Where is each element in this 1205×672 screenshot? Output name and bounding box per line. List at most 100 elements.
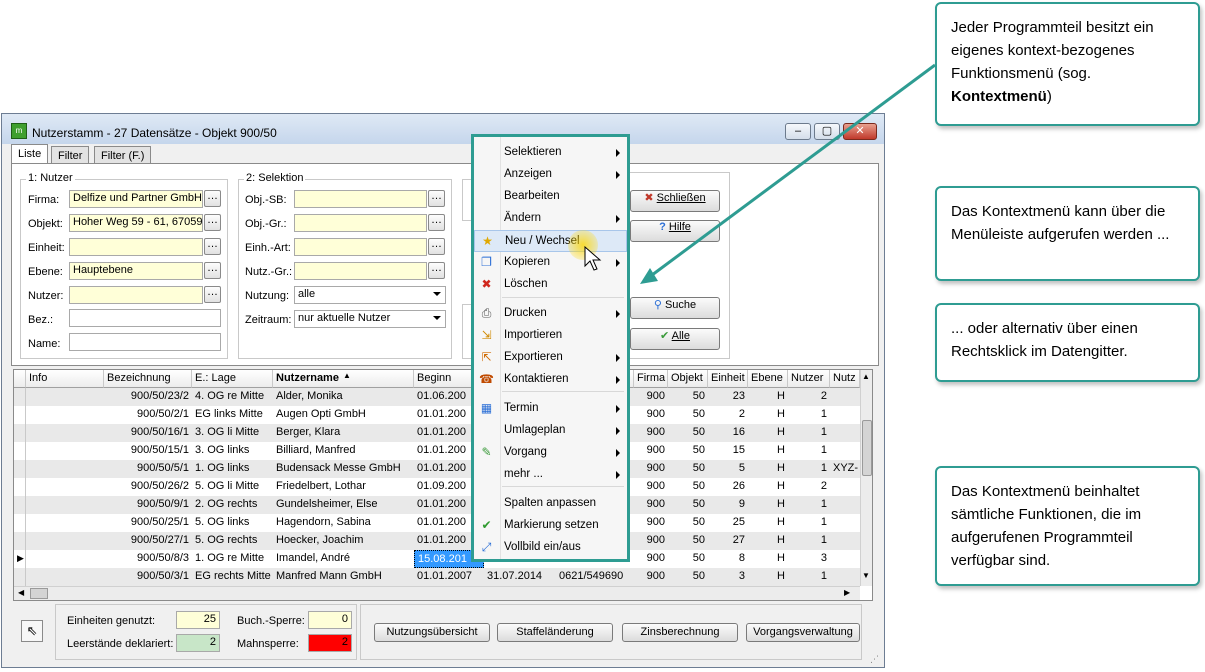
cell-bez[interactable]: 900/50/9/1 bbox=[104, 496, 192, 514]
menu-item-vorgang[interactable]: ✎ Vorgang bbox=[474, 442, 627, 464]
scroll-up-icon[interactable]: ▲ bbox=[862, 372, 870, 381]
zeitraum-select[interactable]: nur aktuelle Nutzer bbox=[294, 310, 446, 328]
cell-bez[interactable]: 900/50/5/1 bbox=[104, 460, 192, 478]
cell-ebene[interactable]: H bbox=[748, 550, 788, 568]
resize-grip-icon[interactable]: ⋰ bbox=[870, 654, 879, 665]
horizontal-scroll-thumb[interactable] bbox=[30, 588, 48, 599]
cell-lage[interactable]: EG links Mitte bbox=[192, 406, 273, 424]
menu-item-neu-wechsel[interactable]: ★ Neu / Wechsel bbox=[474, 230, 627, 252]
menu-item-löschen[interactable]: ✖ Löschen bbox=[474, 274, 627, 296]
cell-lage[interactable]: 4. OG re Mitte bbox=[192, 388, 273, 406]
cell-nutzer[interactable]: 1 bbox=[788, 532, 830, 550]
cell-name[interactable]: Alder, Monika bbox=[273, 388, 414, 406]
cell-lage[interactable]: 3. OG links bbox=[192, 442, 273, 460]
cell-ebene[interactable]: H bbox=[748, 424, 788, 442]
row-selector[interactable] bbox=[14, 460, 26, 478]
column-header-lage[interactable]: E.: Lage bbox=[192, 370, 273, 388]
row-selector[interactable] bbox=[14, 388, 26, 406]
cell-bez[interactable]: 900/50/8/3 bbox=[104, 550, 192, 568]
column-header-einheit[interactable]: Einheit bbox=[708, 370, 748, 388]
table-row[interactable]: 900/50/15/1 3. OG links Billiard, Manfred 0… bbox=[14, 442, 860, 460]
cell-extra[interactable]: XYZ- bbox=[830, 460, 860, 478]
ebene-field[interactable]: Hauptebene bbox=[69, 262, 203, 280]
cell-objekt[interactable]: 50 bbox=[668, 532, 708, 550]
menu-item-selektieren[interactable]: Selektieren bbox=[474, 142, 627, 164]
cell-objekt[interactable]: 50 bbox=[668, 442, 708, 460]
cell-einheit[interactable]: 9 bbox=[708, 496, 748, 514]
cell-extra[interactable] bbox=[830, 406, 860, 424]
cell-extra[interactable] bbox=[830, 424, 860, 442]
obj-sb-field[interactable] bbox=[294, 190, 427, 208]
cell-einheit[interactable]: 2 bbox=[708, 406, 748, 424]
cell-bez[interactable]: 900/50/23/2 bbox=[104, 388, 192, 406]
cell-nutzer[interactable]: 1 bbox=[788, 568, 830, 586]
einheit-browse-button[interactable]: … bbox=[204, 238, 221, 255]
cell-ende[interactable]: 31.07.2014 bbox=[484, 568, 556, 586]
menu-item-anzeigen[interactable]: Anzeigen bbox=[474, 164, 627, 186]
table-row[interactable]: 900/50/5/1 1. OG links Budensack Messe Gmb… bbox=[14, 460, 860, 478]
cell-firma[interactable]: 900 bbox=[634, 532, 668, 550]
column-header-info[interactable]: Info bbox=[26, 370, 104, 388]
menu-item-importieren[interactable]: ⇲ Importieren bbox=[474, 325, 627, 347]
menu-item-termin[interactable]: ▦ Termin bbox=[474, 398, 627, 420]
cell-lage[interactable]: 2. OG rechts bbox=[192, 496, 273, 514]
menu-item-bearbeiten[interactable]: Bearbeiten bbox=[474, 186, 627, 208]
scroll-right-icon[interactable]: ▶ bbox=[844, 588, 850, 597]
row-selector[interactable] bbox=[14, 442, 26, 460]
row-selector[interactable] bbox=[14, 406, 26, 424]
cell-name[interactable]: Billiard, Manfred bbox=[273, 442, 414, 460]
cell-firma[interactable]: 900 bbox=[634, 460, 668, 478]
cell-beginn[interactable]: 01.01.2007 bbox=[414, 568, 484, 586]
cell-extra[interactable] bbox=[830, 550, 860, 568]
cell-name[interactable]: Budensack Messe GmbH bbox=[273, 460, 414, 478]
cell-name[interactable]: Gundelsheimer, Else bbox=[273, 496, 414, 514]
nutzungsuebersicht-button[interactable]: Nutzungsübersicht bbox=[374, 623, 490, 642]
einh-art-browse-button[interactable]: … bbox=[428, 238, 445, 255]
row-selector[interactable] bbox=[14, 568, 26, 586]
cell-extra[interactable] bbox=[830, 478, 860, 496]
cell-bez[interactable]: 900/50/26/2 bbox=[104, 478, 192, 496]
cell-objekt[interactable]: 50 bbox=[668, 478, 708, 496]
cell-nutzer[interactable]: 1 bbox=[788, 406, 830, 424]
cell-name[interactable]: Augen Opti GmbH bbox=[273, 406, 414, 424]
cell-ebene[interactable]: H bbox=[748, 460, 788, 478]
cell-bez[interactable]: 900/50/27/1 bbox=[104, 532, 192, 550]
table-row[interactable]: 900/50/25/1 5. OG links Hagendorn, Sabina 0… bbox=[14, 514, 860, 532]
menu-item-kopieren[interactable]: ❐ Kopieren bbox=[474, 252, 627, 274]
nutz-gr-field[interactable] bbox=[294, 262, 427, 280]
column-header-nutzername[interactable]: Nutzername ▲ bbox=[273, 370, 414, 388]
nutz-gr-browse-button[interactable]: … bbox=[428, 262, 445, 279]
table-row[interactable]: 900/50/23/2 4. OG re Mitte Alder, Monika 01… bbox=[14, 388, 860, 406]
cell-ebene[interactable]: H bbox=[748, 532, 788, 550]
cell-nutzer[interactable]: 1 bbox=[788, 460, 830, 478]
row-selector[interactable] bbox=[14, 514, 26, 532]
menu-item-drucken[interactable]: ⎙ Drucken bbox=[474, 303, 627, 325]
cell-nutzer[interactable]: 1 bbox=[788, 496, 830, 514]
cell-nutzer[interactable]: 1 bbox=[788, 514, 830, 532]
cell-nutzer[interactable]: 1 bbox=[788, 424, 830, 442]
cell-firma[interactable]: 900 bbox=[634, 550, 668, 568]
staffelaenderung-button[interactable]: Staffeländerung bbox=[497, 623, 613, 642]
column-header-bezeichnung[interactable]: Bezeichnung bbox=[104, 370, 192, 388]
menu-item-kontaktieren[interactable]: ☎ Kontaktieren bbox=[474, 369, 627, 391]
cell-extra[interactable] bbox=[830, 568, 860, 586]
row-selector[interactable] bbox=[14, 478, 26, 496]
cell-firma[interactable]: 900 bbox=[634, 478, 668, 496]
nutzer-field[interactable] bbox=[69, 286, 203, 304]
nutzer-browse-button[interactable]: … bbox=[204, 286, 221, 303]
cell-firma[interactable]: 900 bbox=[634, 442, 668, 460]
cell-einheit[interactable]: 26 bbox=[708, 478, 748, 496]
cell-einheit[interactable]: 25 bbox=[708, 514, 748, 532]
cell-bez[interactable]: 900/50/25/1 bbox=[104, 514, 192, 532]
menu-item-vollbild-ein-aus[interactable]: ⤢ Vollbild ein/aus bbox=[474, 537, 627, 559]
cell-objekt[interactable]: 50 bbox=[668, 460, 708, 478]
cell-lage[interactable]: 5. OG links bbox=[192, 514, 273, 532]
menu-item-mehr[interactable]: mehr ... bbox=[474, 464, 627, 486]
einheit-field[interactable] bbox=[69, 238, 203, 256]
cell-extra[interactable] bbox=[830, 514, 860, 532]
cell-ebene[interactable]: H bbox=[748, 388, 788, 406]
cell-ebene[interactable]: H bbox=[748, 514, 788, 532]
cell-extra[interactable] bbox=[830, 388, 860, 406]
cell-objekt[interactable]: 50 bbox=[668, 406, 708, 424]
table-row[interactable]: 900/50/26/2 5. OG li Mitte Friedelbert, Lo… bbox=[14, 478, 860, 496]
